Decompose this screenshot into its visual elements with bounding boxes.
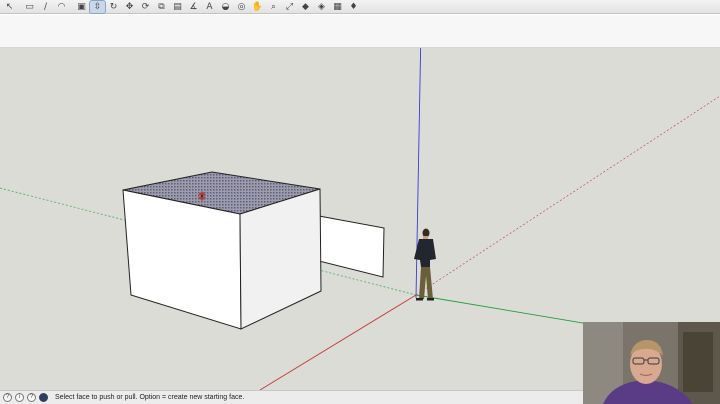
move-tool-icon[interactable]: ✥ <box>122 1 137 13</box>
back-rectangle-face <box>318 215 385 278</box>
rotate-tool-icon[interactable]: ↻ <box>106 1 121 13</box>
ruby-icon[interactable]: ♦ <box>346 1 361 13</box>
zoom-extents-tool-icon[interactable]: ⤢ <box>282 1 297 13</box>
instructor-icon[interactable]: ? <box>27 393 36 402</box>
main-toolbar: ↖ ▭ ∕ ◠ ▣ ⇳ ↻ ✥ ⟳ ⧉ ▤ ∡ A ◒ ◎ ✋ ⌕ ⤢ ◆ ◈ ▦ ♦ <box>0 0 720 14</box>
red-axis-dashed <box>415 95 720 296</box>
paint-bucket-tool-icon[interactable]: ◒ <box>218 1 233 13</box>
user-account-icon[interactable] <box>39 393 48 402</box>
toolbar-tray <box>0 15 720 48</box>
offset-tool-icon[interactable]: ▤ <box>170 1 185 13</box>
line-tool-icon[interactable]: ∕ <box>38 1 53 13</box>
eraser-tool-icon[interactable]: ▭ <box>22 1 37 13</box>
status-message: Select face to push or pull. Option = cr… <box>55 394 245 401</box>
presenter-webcam-overlay <box>583 322 720 404</box>
zoom-tool-icon[interactable]: ⌕ <box>266 1 281 13</box>
tape-measure-tool-icon[interactable]: ∡ <box>186 1 201 13</box>
layout-icon[interactable]: ▦ <box>330 1 345 13</box>
scale-tool-icon[interactable]: ⧉ <box>154 1 169 13</box>
text-tool-icon[interactable]: A <box>202 1 217 13</box>
arc-tool-icon[interactable]: ◠ <box>54 1 69 13</box>
warehouse-icon[interactable]: ◆ <box>298 1 313 13</box>
geo-location-icon[interactable]: ? <box>3 393 12 402</box>
extension-warehouse-icon[interactable]: ◈ <box>314 1 329 13</box>
box-front-face <box>122 189 242 330</box>
box-side-face <box>239 188 322 330</box>
push-pull-tool-icon[interactable]: ⇳ <box>89 0 106 14</box>
select-tool-icon[interactable]: ↖ <box>2 1 17 13</box>
credits-icon[interactable]: i <box>15 393 24 402</box>
pan-tool-icon[interactable]: ✋ <box>250 1 265 13</box>
follow-me-tool-icon[interactable]: ⟳ <box>138 1 153 13</box>
orbit-tool-icon[interactable]: ◎ <box>234 1 249 13</box>
rectangle-tool-icon[interactable]: ▣ <box>74 1 89 13</box>
